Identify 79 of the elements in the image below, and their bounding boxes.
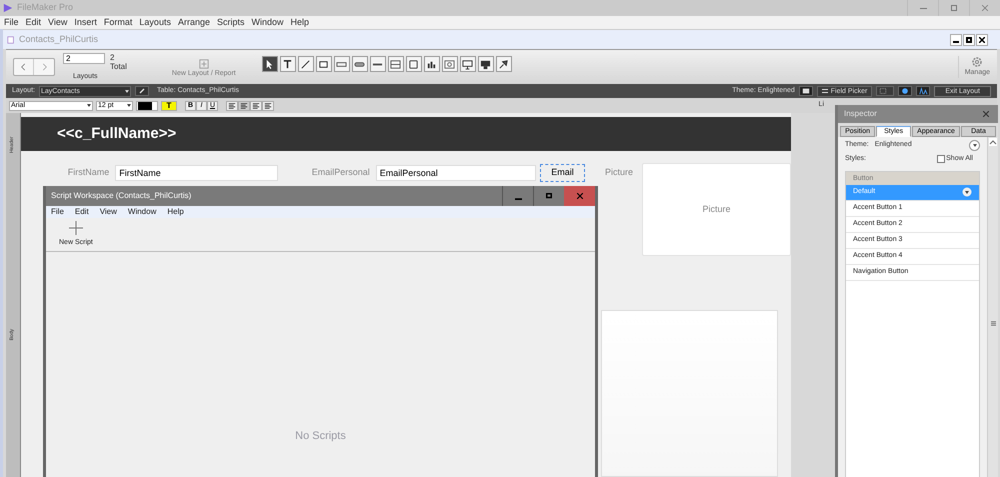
layout-field[interactable]: EmailPersonal xyxy=(376,165,536,181)
line-tool-icon[interactable] xyxy=(298,56,314,72)
picture-label: Picture xyxy=(605,166,634,180)
close-icon xyxy=(576,193,582,199)
menu-item[interactable]: Layouts xyxy=(139,16,171,30)
menu-item[interactable]: Edit xyxy=(74,206,89,218)
close-button[interactable] xyxy=(564,186,595,206)
app-logo-icon xyxy=(3,3,13,13)
divider-tool-icon[interactable] xyxy=(370,56,386,72)
scroll-up-icon[interactable] xyxy=(989,138,997,146)
doc-close-button[interactable] xyxy=(976,34,988,46)
layout-number-field[interactable]: 2 xyxy=(63,53,105,64)
button-tool-icon[interactable] xyxy=(352,56,368,72)
menu-item[interactable]: Insert xyxy=(74,16,97,30)
menu-item[interactable]: Help xyxy=(167,206,184,218)
menu-item[interactable]: Arrange xyxy=(178,16,210,30)
doc-minimize-button[interactable] xyxy=(950,34,962,46)
caret-icon xyxy=(972,144,976,147)
panel-tool-icon[interactable] xyxy=(388,56,404,72)
menu-item[interactable]: Format xyxy=(104,16,132,30)
align-left-icon[interactable] xyxy=(226,100,238,110)
document-title: Contacts_PhilCurtis xyxy=(19,32,98,46)
window-title: Script Workspace (Contacts_PhilCurtis) xyxy=(51,190,192,202)
image-tool-icon[interactable] xyxy=(442,56,458,72)
menu-item[interactable]: Window xyxy=(128,206,156,218)
scroll-grip-icon[interactable] xyxy=(990,321,996,326)
close-icon xyxy=(979,36,985,42)
caret-icon xyxy=(127,104,131,107)
menu-item[interactable]: Help xyxy=(290,16,310,30)
chevron-right-icon xyxy=(42,63,46,71)
frame-tool-icon[interactable] xyxy=(406,56,422,72)
screen-tool-icon[interactable] xyxy=(478,56,494,72)
close-icon[interactable] xyxy=(983,111,989,117)
brush-icon[interactable] xyxy=(496,56,512,72)
email-button[interactable]: Email xyxy=(540,164,585,182)
grid-icon[interactable] xyxy=(876,86,894,96)
picture-container: Picture xyxy=(642,163,791,256)
menu-item[interactable]: Window xyxy=(252,16,284,30)
layout-heading: <<c_FullName>> xyxy=(57,124,176,144)
highlight-button[interactable]: T xyxy=(161,100,177,110)
doc-maximize-button[interactable] xyxy=(963,34,975,46)
dropdown-icon[interactable] xyxy=(962,187,972,197)
maximize-icon xyxy=(546,193,552,199)
layout-field[interactable]: FirstName xyxy=(115,165,278,181)
pointer-icon[interactable] xyxy=(262,56,278,72)
menu-item[interactable]: Scripts xyxy=(216,16,244,30)
window-title: Inspector xyxy=(844,108,877,120)
menu-item[interactable]: Edit xyxy=(26,16,42,30)
empty-message: No Scripts xyxy=(295,429,346,442)
theme-menu-button[interactable] xyxy=(969,140,980,151)
caret-icon xyxy=(87,104,91,107)
monitor-tool-icon[interactable] xyxy=(460,56,476,72)
justify-icon[interactable] xyxy=(262,100,274,110)
plus-icon xyxy=(68,220,83,234)
menu-item[interactable]: File xyxy=(4,16,19,30)
menu-item[interactable]: View xyxy=(48,16,68,30)
field-label: FirstName xyxy=(66,166,110,180)
info-icon[interactable] xyxy=(898,86,912,96)
rectangle-tool-icon[interactable] xyxy=(316,56,332,72)
field-tool-icon[interactable] xyxy=(334,56,350,72)
menu-item[interactable]: File xyxy=(51,206,64,218)
theme-icon[interactable] xyxy=(798,86,813,96)
font-size-icon[interactable] xyxy=(916,86,930,96)
caret-icon xyxy=(124,90,129,92)
gear-icon xyxy=(971,56,984,68)
text-color-picker[interactable] xyxy=(136,100,158,110)
plus-box-icon xyxy=(198,58,209,69)
align-center-icon[interactable] xyxy=(238,100,250,110)
chevron-left-icon xyxy=(21,63,26,71)
total-count: 2 xyxy=(110,53,116,62)
text-tool-icon[interactable] xyxy=(280,56,296,72)
edit-layout-icon[interactable] xyxy=(134,86,149,96)
close-icon xyxy=(982,5,988,11)
document-icon xyxy=(7,36,15,44)
chart-tool-icon[interactable] xyxy=(424,56,440,72)
menu-item[interactable]: View xyxy=(100,206,117,218)
field-label: EmailPersonal xyxy=(310,166,371,180)
align-right-icon[interactable] xyxy=(250,100,262,110)
total-label: Total xyxy=(110,62,127,72)
